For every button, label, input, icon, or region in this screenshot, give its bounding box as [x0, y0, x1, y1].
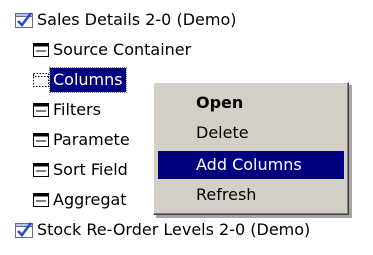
container-node-icon	[33, 43, 49, 57]
tree-item-label: Sort Field	[53, 160, 128, 179]
tree-item-label: Stock Re-Order Levels 2-0 (Demo)	[37, 220, 311, 239]
tree-item-label: Aggregat	[53, 190, 127, 209]
tree-item-label: Columns	[49, 67, 127, 93]
tree-item-label: Filters	[53, 100, 101, 119]
container-node-icon	[33, 193, 49, 207]
menu-item-refresh[interactable]: Refresh	[158, 181, 344, 209]
tree-item-label: Paramete	[53, 130, 130, 149]
report-check-icon	[15, 222, 33, 238]
columns-node-icon	[33, 73, 49, 87]
tree-item-label: Source Container	[53, 40, 192, 59]
menu-item-delete[interactable]: Delete	[158, 119, 344, 147]
context-menu: Open Delete Add Columns Refresh	[153, 82, 349, 215]
tree-item-label: Sales Details 2-0 (Demo)	[37, 10, 237, 29]
menu-item-open[interactable]: Open	[158, 89, 344, 117]
menu-item-add-columns[interactable]: Add Columns	[158, 151, 344, 179]
container-node-icon	[33, 133, 49, 147]
container-node-icon	[33, 163, 49, 177]
report-check-icon	[15, 12, 33, 28]
container-node-icon	[33, 103, 49, 117]
